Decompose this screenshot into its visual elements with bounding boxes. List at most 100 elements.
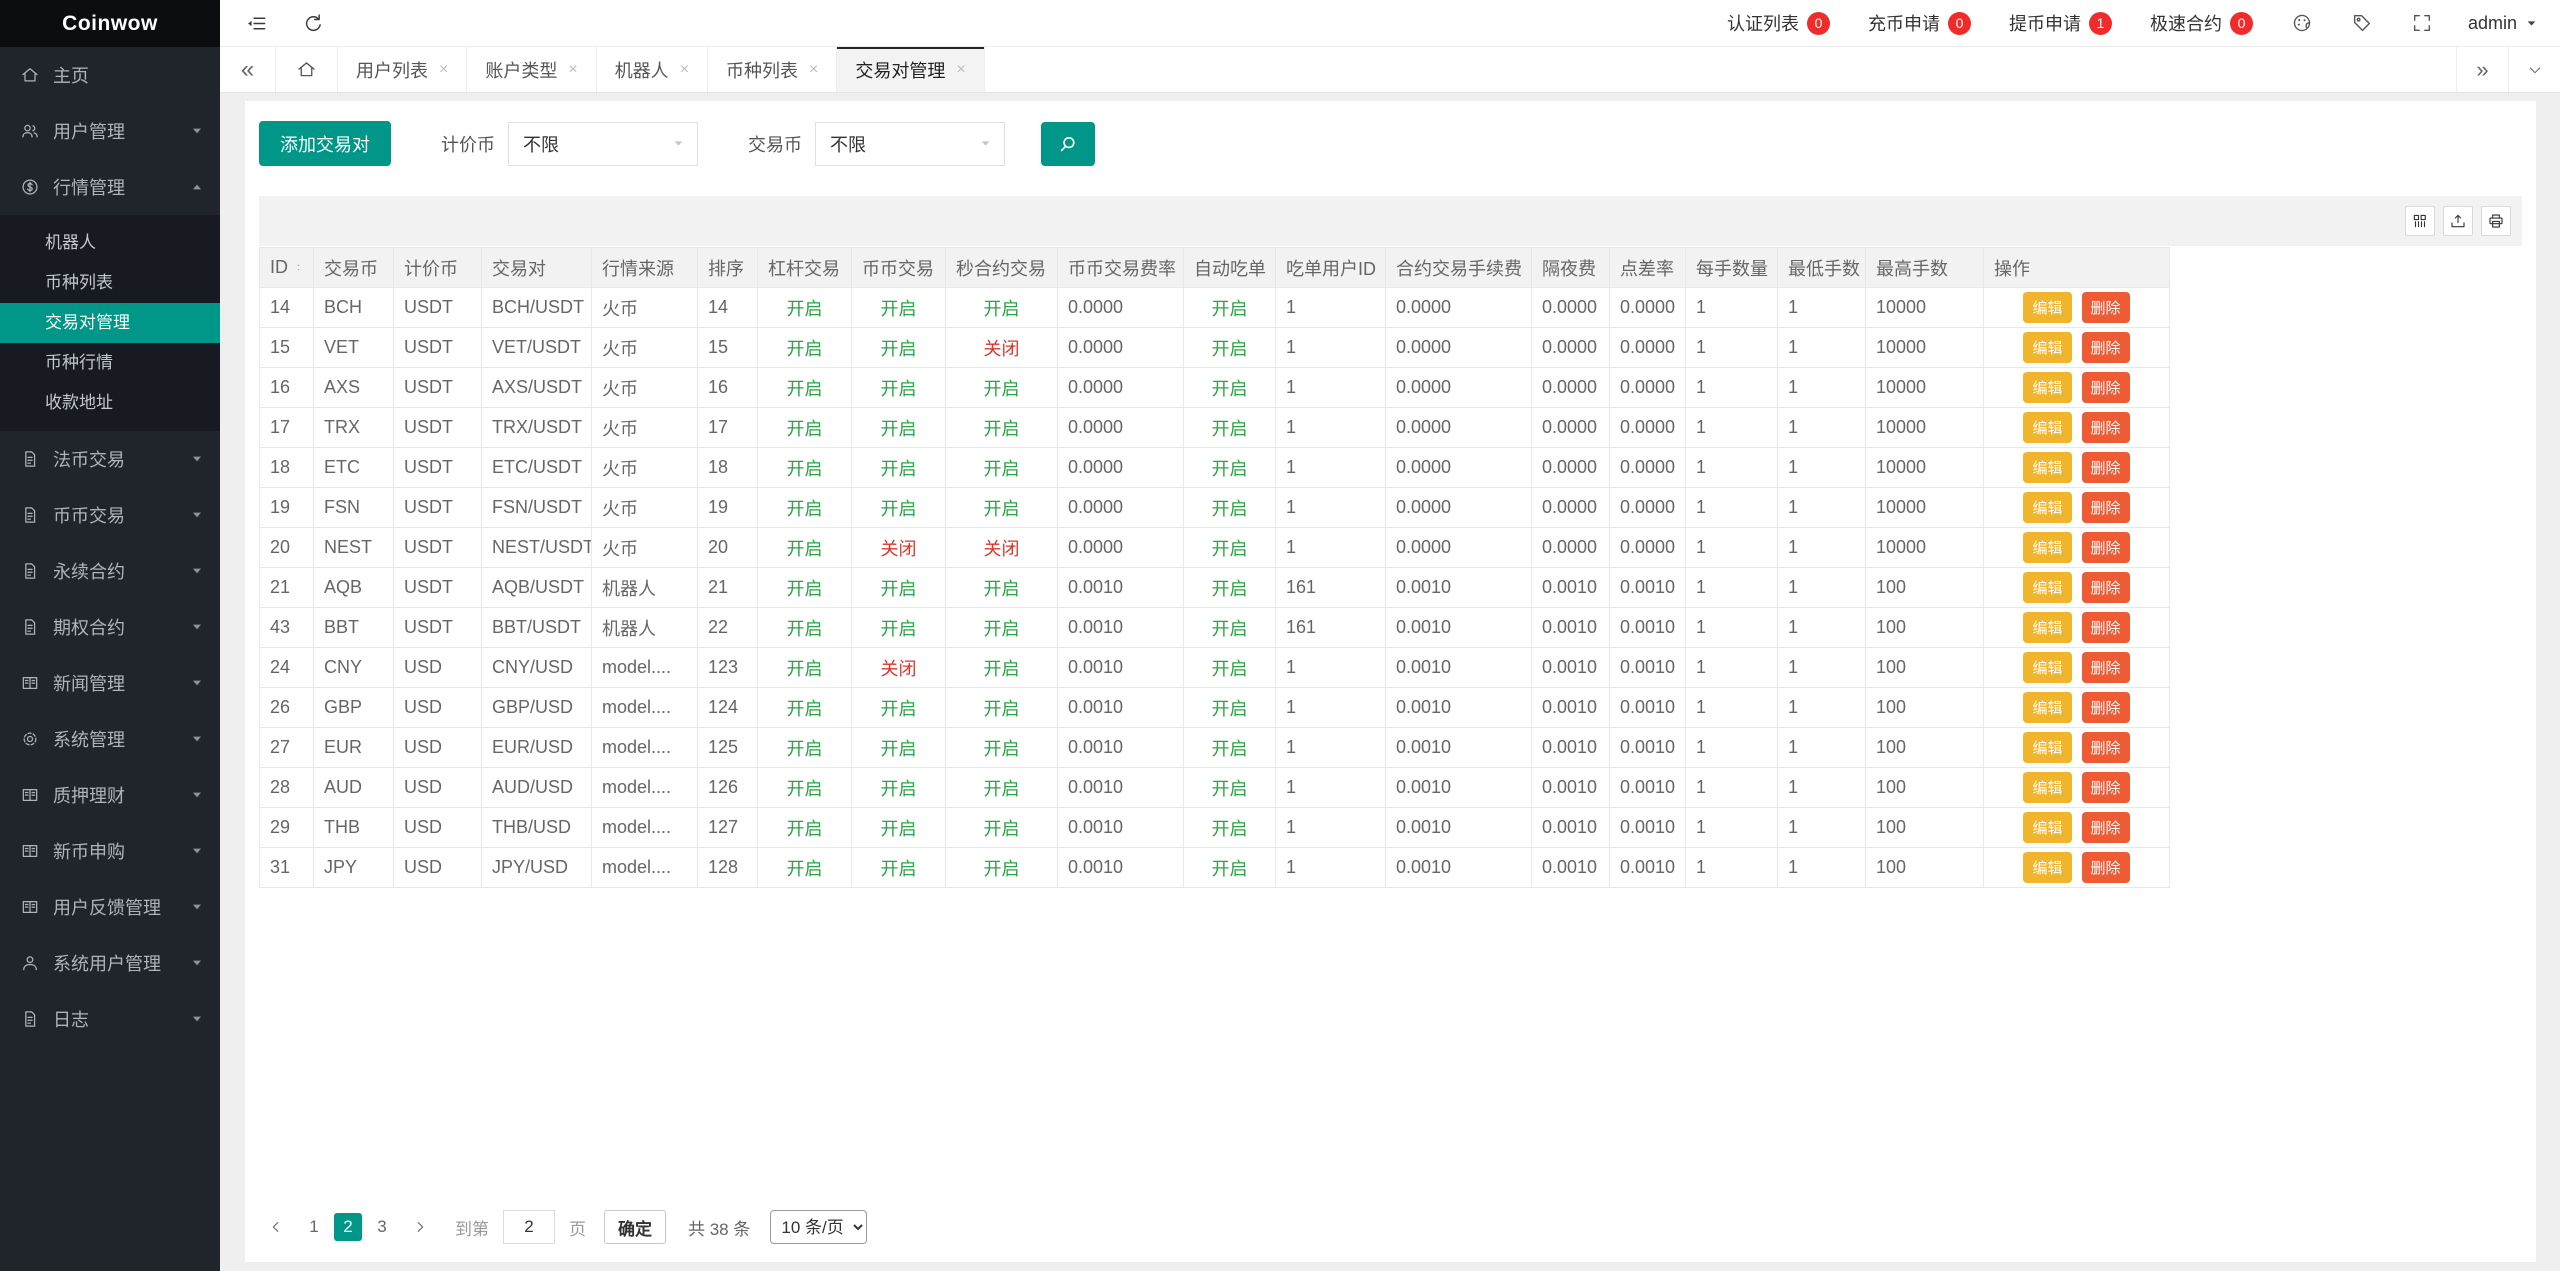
delete-button[interactable]: 删除 [2081, 572, 2130, 603]
delete-button[interactable]: 删除 [2081, 332, 2130, 363]
sidebar-subitem-payment-address[interactable]: 收款地址 [0, 383, 220, 423]
chevron-down-icon [190, 900, 204, 914]
edit-button[interactable]: 编辑 [2023, 692, 2072, 723]
topnav-withdraw-requests[interactable]: 提币申请 1 [1990, 10, 2131, 36]
sidebar-item-perpetual-contract[interactable]: 永续合约 [0, 543, 220, 599]
tab-robots[interactable]: 机器人 × [597, 47, 709, 92]
delete-button[interactable]: 删除 [2081, 772, 2130, 803]
table-cell: 0.0010 [1531, 567, 1610, 608]
delete-button[interactable]: 删除 [2081, 452, 2130, 483]
delete-button[interactable]: 删除 [2081, 412, 2130, 443]
sidebar-subitem-coin-market[interactable]: 币种行情 [0, 343, 220, 383]
tabs-scroll-right-icon[interactable]: » [2456, 47, 2508, 92]
close-icon[interactable]: × [439, 61, 448, 79]
tab-account-type[interactable]: 账户类型 × [467, 47, 597, 92]
actions-cell: 编辑 删除 [1983, 487, 2170, 528]
print-icon[interactable] [2481, 206, 2511, 236]
base-currency-select[interactable]: 不限 [815, 121, 1005, 166]
edit-button[interactable]: 编辑 [2023, 572, 2072, 603]
tabs-scroll-left-icon[interactable]: « [220, 47, 276, 92]
edit-button[interactable]: 编辑 [2023, 852, 2072, 883]
tab-coin-list[interactable]: 币种列表 × [708, 47, 838, 92]
sidebar-item-coin-trade[interactable]: 币币交易 [0, 487, 220, 543]
edit-button[interactable]: 编辑 [2023, 612, 2072, 643]
sidebar-item-news-management[interactable]: 新闻管理 [0, 655, 220, 711]
table-cell: 1 [1275, 647, 1386, 688]
quote-currency-select[interactable]: 不限 [508, 121, 698, 166]
page-size-select[interactable]: 10 条/页 [770, 1210, 868, 1244]
delete-button[interactable]: 删除 [2081, 372, 2130, 403]
prev-page-icon[interactable] [261, 1212, 291, 1242]
topnav-deposit-requests[interactable]: 充币申请 0 [1849, 10, 1990, 36]
tab-label: 交易对管理 [855, 60, 946, 81]
page-number-1[interactable]: 1 [300, 1213, 328, 1241]
topnav-label: 极速合约 [2149, 14, 2222, 34]
sidebar-item-logs[interactable]: 日志 [0, 991, 220, 1047]
home-tab-icon[interactable] [276, 47, 338, 92]
table-cell: 0.0000 [1609, 287, 1686, 328]
sidebar-item-market-management[interactable]: 行情管理 [0, 159, 220, 215]
tab-trading-pair-management[interactable]: 交易对管理 × [837, 47, 985, 92]
table-cell: 0.0000 [1385, 287, 1532, 328]
delete-button[interactable]: 删除 [2081, 652, 2130, 683]
topnav-auth-list[interactable]: 认证列表 0 [1708, 10, 1849, 36]
topnav-fast-contract[interactable]: 极速合约 0 [2131, 10, 2272, 36]
theme-palette-icon[interactable] [2291, 12, 2313, 34]
close-icon[interactable]: × [956, 61, 965, 79]
columns-filter-icon[interactable] [2405, 206, 2435, 236]
user-menu[interactable]: admin [2452, 13, 2544, 34]
sidebar-item-staking-finance[interactable]: 质押理财 [0, 767, 220, 823]
delete-button[interactable]: 删除 [2081, 612, 2130, 643]
delete-button[interactable]: 删除 [2081, 292, 2130, 323]
sidebar-item-system-user-management[interactable]: 系统用户管理 [0, 935, 220, 991]
export-icon[interactable] [2443, 206, 2473, 236]
sidebar-item-options-contract[interactable]: 期权合约 [0, 599, 220, 655]
close-icon[interactable]: × [680, 61, 689, 79]
sidebar-item-user-management[interactable]: 用户管理 [0, 103, 220, 159]
sidebar-subitem-robots[interactable]: 机器人 [0, 223, 220, 263]
goto-page-input[interactable] [503, 1210, 555, 1244]
edit-button[interactable]: 编辑 [2023, 652, 2072, 683]
edit-button[interactable]: 编辑 [2023, 372, 2072, 403]
close-icon[interactable]: × [568, 61, 577, 79]
close-icon[interactable]: × [809, 61, 818, 79]
delete-button[interactable]: 删除 [2081, 492, 2130, 523]
page-number-2[interactable]: 2 [334, 1213, 362, 1241]
tab-user-list[interactable]: 用户列表 × [338, 47, 468, 92]
delete-button[interactable]: 删除 [2081, 692, 2130, 723]
tag-icon[interactable] [2351, 12, 2373, 34]
edit-button[interactable]: 编辑 [2023, 332, 2072, 363]
sort-icon[interactable] [294, 260, 303, 275]
sidebar-subitem-coin-list[interactable]: 币种列表 [0, 263, 220, 303]
delete-button[interactable]: 删除 [2081, 532, 2130, 563]
edit-button[interactable]: 编辑 [2023, 292, 2072, 323]
edit-button[interactable]: 编辑 [2023, 732, 2072, 763]
sidebar-item-system-management[interactable]: 系统管理 [0, 711, 220, 767]
edit-button[interactable]: 编辑 [2023, 452, 2072, 483]
fullscreen-icon[interactable] [2411, 12, 2433, 34]
next-page-icon[interactable] [405, 1212, 435, 1242]
edit-button[interactable]: 编辑 [2023, 532, 2072, 563]
collapse-sidebar-icon[interactable] [245, 12, 268, 35]
sidebar-subitem-trading-pair-management[interactable]: 交易对管理 [0, 303, 220, 343]
edit-button[interactable]: 编辑 [2023, 492, 2072, 523]
sidebar-item-fiat-trade[interactable]: 法币交易 [0, 431, 220, 487]
tabs-menu-icon[interactable] [2508, 47, 2560, 92]
page-number-3[interactable]: 3 [368, 1213, 396, 1241]
sidebar-item-new-coin-subscription[interactable]: 新币申购 [0, 823, 220, 879]
table-cell: THB/USD [481, 807, 592, 848]
delete-button[interactable]: 删除 [2081, 732, 2130, 763]
refresh-icon[interactable] [302, 12, 325, 35]
table-cell: 126 [697, 767, 758, 808]
edit-button[interactable]: 编辑 [2023, 412, 2072, 443]
delete-button[interactable]: 删除 [2081, 852, 2130, 883]
table-cell: 0.0010 [1385, 567, 1532, 608]
sidebar-item-home[interactable]: 主页 [0, 47, 220, 103]
edit-button[interactable]: 编辑 [2023, 812, 2072, 843]
search-button[interactable] [1041, 121, 1095, 166]
sidebar-item-user-feedback-management[interactable]: 用户反馈管理 [0, 879, 220, 935]
edit-button[interactable]: 编辑 [2023, 772, 2072, 803]
add-trading-pair-button[interactable]: 添加交易对 [259, 121, 391, 166]
goto-confirm-button[interactable]: 确定 [604, 1210, 666, 1244]
delete-button[interactable]: 删除 [2081, 812, 2130, 843]
